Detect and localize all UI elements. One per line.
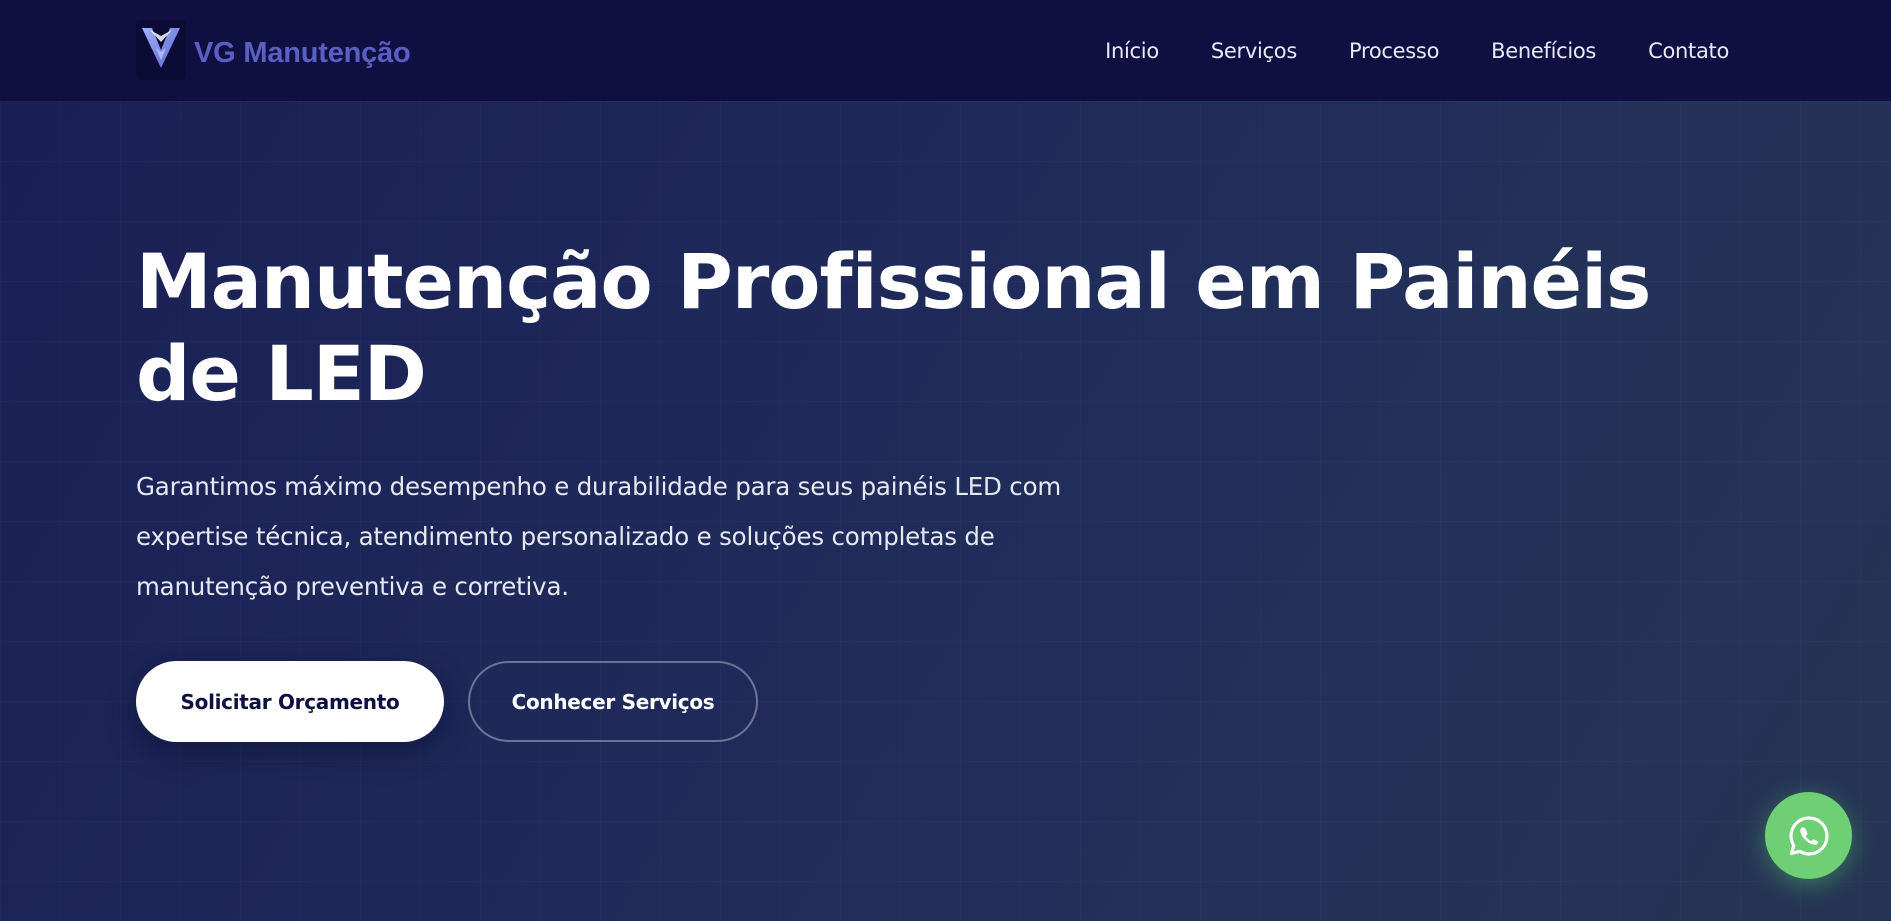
nav-item-beneficios[interactable]: Benefícios xyxy=(1491,39,1596,63)
whatsapp-button[interactable] xyxy=(1765,792,1852,879)
brand-name: VG Manutenção xyxy=(194,36,411,69)
view-services-button[interactable]: Conhecer Serviços xyxy=(468,661,758,742)
hero-subtitle: Garantimos máximo desempenho e durabilid… xyxy=(136,472,1062,601)
hero-section: Manutenção Profissional em Painéis de LE… xyxy=(136,236,1736,612)
main-nav: Início Serviços Processo Benefícios Cont… xyxy=(1053,0,1729,101)
nav-item-inicio[interactable]: Início xyxy=(1105,39,1159,63)
nav-item-servicos[interactable]: Serviços xyxy=(1211,39,1297,63)
v-shield-logo-icon xyxy=(136,20,186,80)
request-quote-button[interactable]: Solicitar Orçamento xyxy=(136,661,444,742)
whatsapp-icon xyxy=(1788,815,1829,856)
nav-item-contato[interactable]: Contato xyxy=(1648,39,1729,63)
brand[interactable]: VG Manutenção xyxy=(136,18,411,82)
nav-item-processo[interactable]: Processo xyxy=(1349,39,1439,63)
cta-row: Solicitar Orçamento Conhecer Serviços xyxy=(136,661,758,742)
site-header: VG Manutenção Início Serviços Processo B… xyxy=(0,0,1891,101)
hero-title: Manutenção Profissional em Painéis de LE… xyxy=(136,237,1651,418)
page: VG Manutenção Início Serviços Processo B… xyxy=(0,0,1891,921)
